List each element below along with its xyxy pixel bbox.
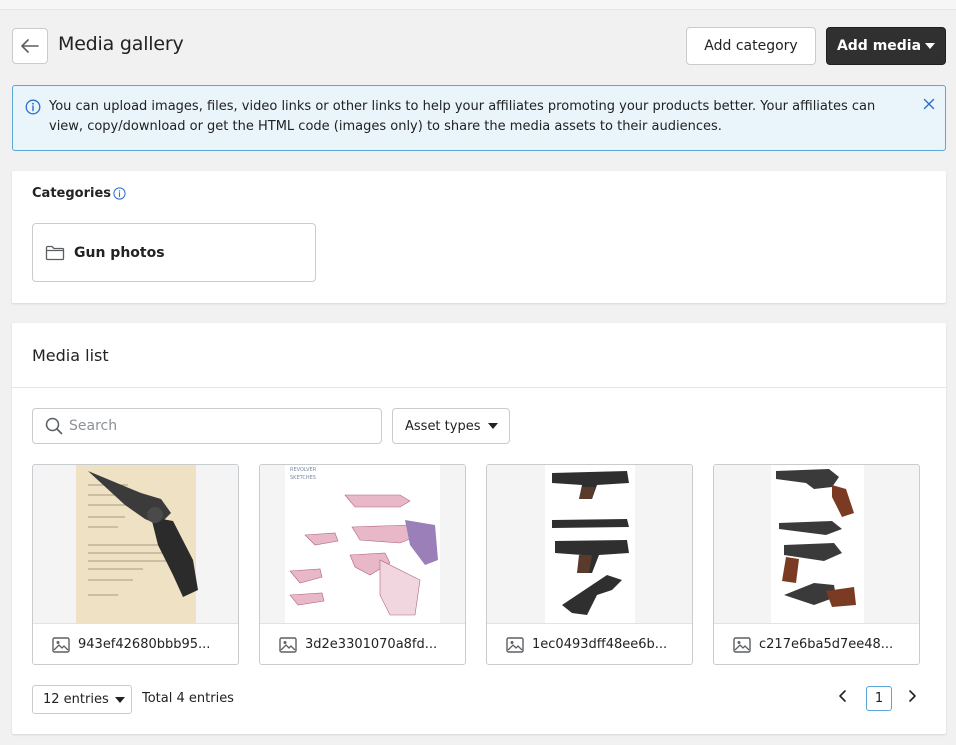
add-category-button[interactable]: Add category <box>686 27 816 65</box>
media-filename: 1ec0493dff48ee6b... <box>532 637 668 652</box>
media-thumbnail <box>714 465 919 623</box>
media-tile-caption: 1ec0493dff48ee6b... <box>487 623 692 664</box>
media-tile-caption: c217e6ba5d7ee48... <box>714 623 919 664</box>
media-thumbnail: REVOLVER SKETCHES <box>260 465 465 623</box>
chevron-right-icon[interactable] <box>907 689 917 703</box>
image-icon <box>506 636 524 653</box>
search-input[interactable] <box>69 418 369 434</box>
back-button[interactable] <box>12 28 48 64</box>
media-tile-caption: 943ef42680bbb95... <box>33 623 238 664</box>
close-icon[interactable] <box>923 98 935 110</box>
total-entries: Total 4 entries <box>142 691 234 706</box>
media-tile-caption: 3d2e3301070a8fd... <box>260 623 465 664</box>
media-tile[interactable]: 1ec0493dff48ee6b... <box>486 464 693 665</box>
info-icon <box>25 99 41 115</box>
caret-down-icon <box>925 43 936 49</box>
chevron-left-icon[interactable] <box>838 689 848 703</box>
image-icon <box>733 636 751 653</box>
divider <box>12 387 946 388</box>
svg-text:SKETCHES: SKETCHES <box>290 475 316 481</box>
entries-per-page-dropdown[interactable]: 12 entries <box>32 685 132 714</box>
add-media-button[interactable]: Add media <box>826 27 946 65</box>
caret-down-icon <box>488 423 499 429</box>
page-number-button[interactable]: 1 <box>866 686 892 711</box>
media-tile[interactable]: c217e6ba5d7ee48... <box>713 464 920 665</box>
caret-down-icon <box>114 696 125 703</box>
media-tile[interactable]: REVOLVER SKETCHES 3d2e3301070a8fd... <box>259 464 466 665</box>
categories-title: Categories <box>32 186 112 201</box>
entries-label: 12 entries <box>43 692 109 707</box>
media-list-card: Media list Asset types <box>12 323 946 734</box>
folder-icon <box>45 245 65 260</box>
search-icon <box>45 417 63 435</box>
media-list-title: Media list <box>32 346 109 365</box>
svg-text:REVOLVER: REVOLVER <box>290 467 317 473</box>
arrow-left-icon <box>21 39 39 53</box>
category-label: Gun photos <box>74 244 165 261</box>
image-icon <box>52 636 70 653</box>
banner-text: You can upload images, files, video link… <box>49 99 876 134</box>
media-tile[interactable]: 943ef42680bbb95... <box>32 464 239 665</box>
info-banner: You can upload images, files, video link… <box>12 85 946 151</box>
categories-card: Categories Gun photos <box>12 171 946 303</box>
category-gun-photos[interactable]: Gun photos <box>32 223 316 282</box>
image-icon <box>279 636 297 653</box>
info-icon[interactable] <box>113 187 126 200</box>
top-edge <box>0 0 956 10</box>
media-grid: 943ef42680bbb95... REVOLVER SKETCHES 3d2… <box>32 464 920 666</box>
media-filename: c217e6ba5d7ee48... <box>759 637 894 652</box>
media-thumbnail <box>33 465 238 623</box>
page-title: Media gallery <box>58 33 184 55</box>
asset-types-label: Asset types <box>405 418 481 434</box>
add-media-label: Add media <box>836 38 922 54</box>
search-field[interactable] <box>32 408 382 444</box>
media-filename: 943ef42680bbb95... <box>78 637 211 652</box>
media-thumbnail <box>487 465 692 623</box>
asset-types-dropdown[interactable]: Asset types <box>392 408 510 444</box>
media-filename: 3d2e3301070a8fd... <box>305 637 438 652</box>
